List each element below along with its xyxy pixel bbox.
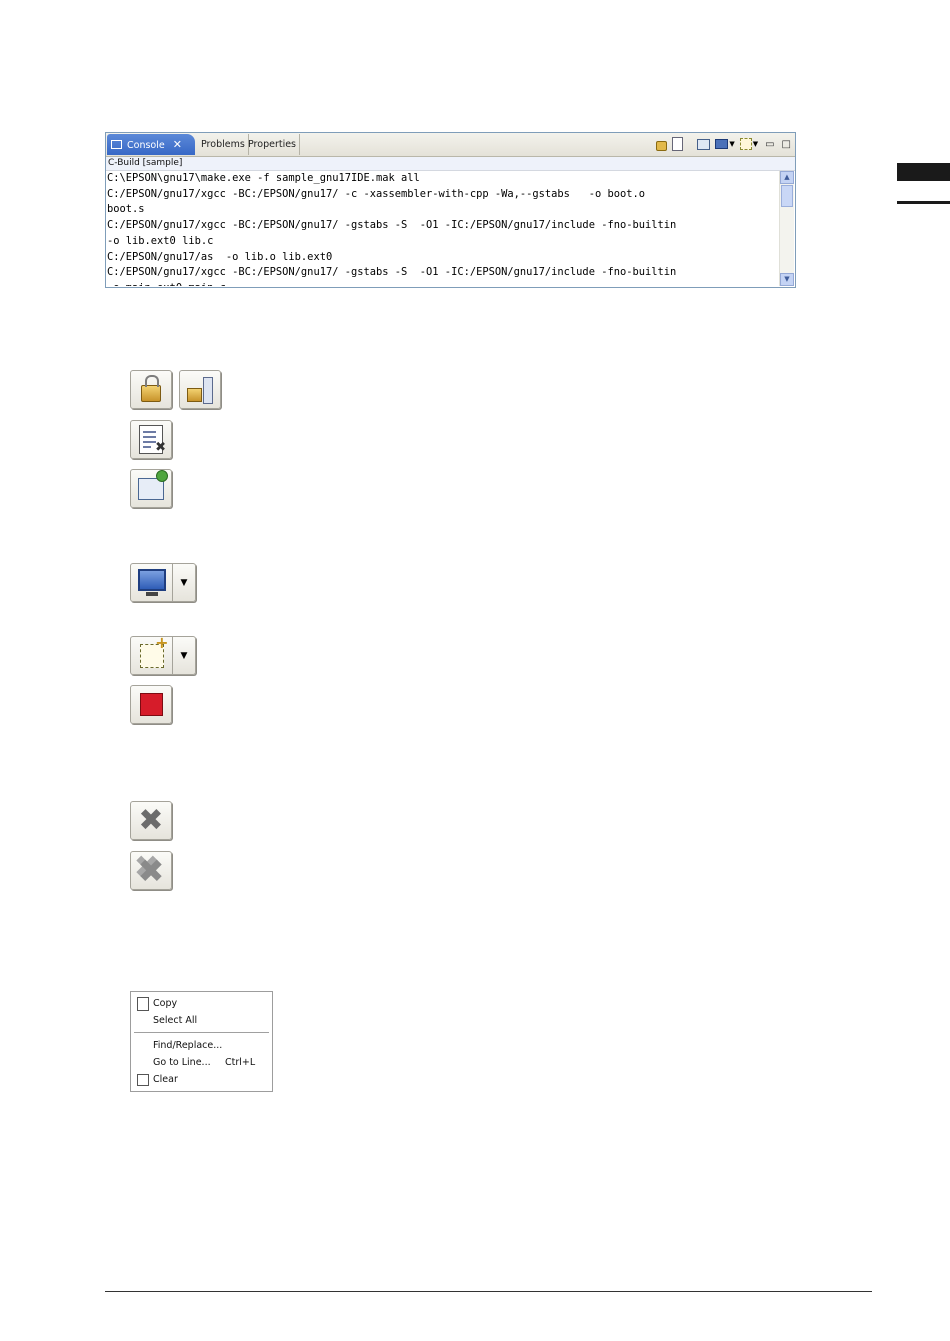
vertical-scrollbar[interactable]: ▲ ▼	[779, 171, 794, 286]
close-icon[interactable]: ✕	[173, 138, 182, 151]
chevron-down-icon[interactable]: ▼	[173, 651, 195, 661]
open-console-icon[interactable]	[739, 138, 752, 150]
scroll-lock-icon	[141, 375, 161, 402]
pin-console-icon	[138, 469, 168, 500]
display-console-button[interactable]: ▼	[130, 563, 196, 602]
menu-item-clear[interactable]: Clear	[153, 1073, 178, 1087]
chevron-down-icon[interactable]: ▼	[173, 578, 195, 588]
chevron-down-icon[interactable]: ▼	[729, 140, 734, 148]
display-console-icon[interactable]	[715, 139, 729, 149]
remove-all-terminated-button[interactable]: ✖	[130, 851, 172, 890]
clear-console-icon: ✖	[139, 425, 166, 455]
scroll-lock-alt-icon	[187, 376, 213, 404]
maximize-icon[interactable]: □	[782, 139, 791, 150]
scroll-lock-icon[interactable]	[656, 141, 668, 151]
clear-console-icon	[137, 1074, 149, 1086]
view-tabbar: Console ✕ Problems Properties ▼ ▼ ▭ □	[106, 133, 795, 157]
display-console-icon	[137, 569, 166, 596]
pin-console-button[interactable]	[130, 469, 172, 508]
clear-console-icon[interactable]	[672, 137, 684, 151]
tab-problems[interactable]: Problems	[198, 134, 249, 155]
console-output[interactable]: C:\EPSON\gnu17\make.exe -f sample_gnu17I…	[107, 171, 778, 286]
scroll-thumb[interactable]	[781, 185, 793, 207]
remove-launch-button[interactable]: ✖	[130, 801, 172, 840]
menu-item-select-all[interactable]: Select All	[153, 1014, 197, 1028]
open-console-icon	[139, 633, 169, 668]
console-name: C-Build [sample]	[106, 157, 795, 171]
chapter-tab-mark	[897, 163, 950, 181]
menu-item-copy[interactable]: Copy	[153, 997, 177, 1011]
menu-separator	[134, 1032, 269, 1033]
chapter-tab-rule	[897, 201, 950, 204]
open-console-button[interactable]: ▼	[130, 633, 196, 675]
view-toolbar: ▼ ▼ ▭ □	[656, 136, 791, 152]
clear-console-button[interactable]: ✖	[130, 420, 172, 459]
terminate-button[interactable]	[130, 685, 172, 724]
menu-item-label: Go to Line...	[153, 1057, 211, 1068]
pin-console-icon[interactable]	[697, 138, 711, 150]
scroll-down-icon[interactable]: ▼	[780, 273, 794, 286]
context-menu: Copy Select All Find/Replace... Go to Li…	[130, 991, 273, 1092]
shortcut-label: Ctrl+L	[225, 1057, 256, 1068]
footer-rule	[105, 1291, 872, 1292]
menu-item-go-to-line[interactable]: Go to Line... Ctrl+L	[153, 1056, 255, 1070]
menu-item-find-replace[interactable]: Find/Replace...	[153, 1039, 222, 1053]
copy-icon	[137, 997, 149, 1011]
scroll-lock-alt-button[interactable]	[179, 370, 221, 409]
terminate-icon	[139, 693, 163, 716]
console-view: Console ✕ Problems Properties ▼ ▼ ▭ □ C-B…	[105, 132, 796, 288]
scroll-up-icon[interactable]: ▲	[780, 171, 794, 184]
scroll-lock-button[interactable]	[130, 370, 172, 409]
chevron-down-icon[interactable]: ▼	[753, 140, 758, 148]
remove-launch-icon: ✖	[138, 802, 164, 838]
tab-properties[interactable]: Properties	[245, 134, 301, 155]
remove-all-terminated-icon: ✖	[137, 851, 165, 890]
minimize-icon[interactable]: ▭	[765, 139, 774, 150]
tab-console[interactable]: Console ✕	[107, 134, 195, 155]
console-icon	[111, 140, 122, 149]
